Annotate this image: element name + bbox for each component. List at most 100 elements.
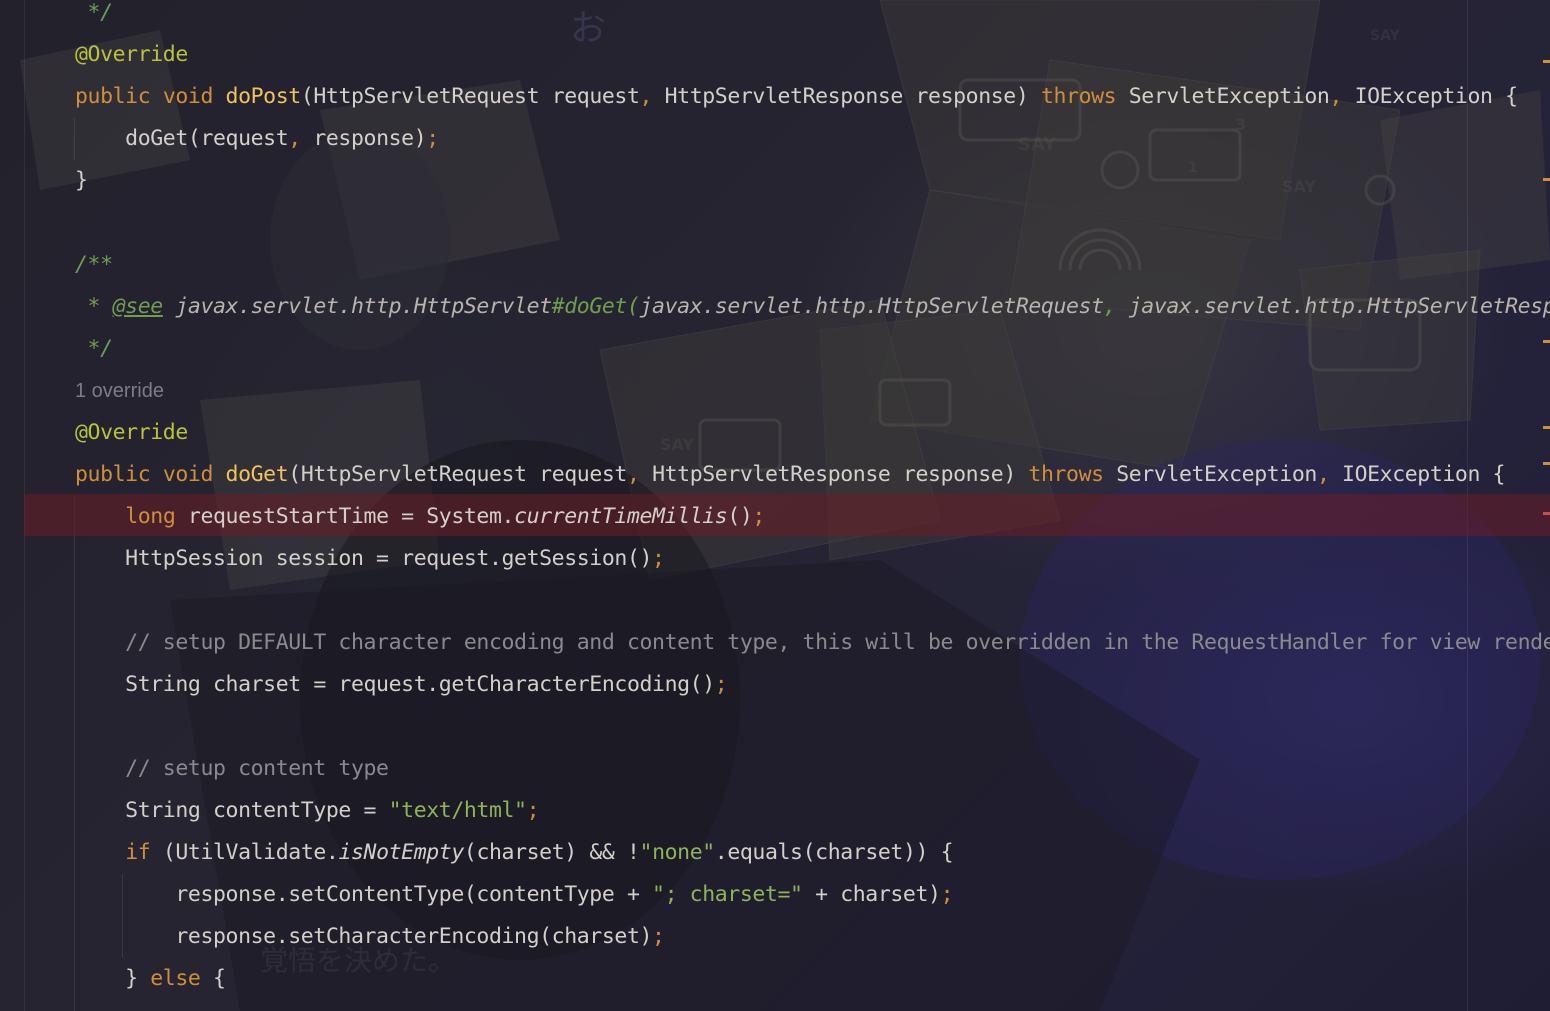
code-token: String charset = request.getCharacterEnc…: [75, 672, 715, 697]
code-token: #doGet(: [551, 294, 640, 319]
code-token: ,: [1103, 294, 1129, 319]
scrollbar-marker[interactable]: [1543, 426, 1550, 429]
code-line[interactable]: */: [75, 328, 114, 370]
code-token: ;: [426, 126, 439, 151]
code-token: ;: [652, 546, 665, 571]
code-token: */: [75, 336, 114, 361]
code-token: throws: [1028, 462, 1117, 487]
code-editor[interactable]: SAY SAY SAY SAY 3 1 覚悟を決めた。 お 1 override…: [0, 0, 1550, 1011]
code-token: @Override: [75, 420, 188, 445]
code-token: "none": [639, 840, 716, 865]
code-token: (): [727, 504, 753, 529]
code-token: ServletException: [1128, 84, 1330, 109]
code-token: /**: [75, 252, 113, 277]
code-line[interactable]: HttpSession session = request.getSession…: [75, 538, 665, 580]
code-token: IOException {: [1354, 84, 1518, 109]
code-token: }: [75, 966, 151, 991]
code-line[interactable]: // setup content type: [75, 748, 389, 790]
code-token: ,: [288, 126, 314, 151]
code-line[interactable]: // setup DEFAULT character encoding and …: [75, 622, 1550, 664]
code-token: if: [125, 840, 163, 865]
code-line[interactable]: public void doGet(HttpServletRequest req…: [75, 454, 1506, 496]
code-line[interactable]: @Override: [75, 34, 188, 76]
code-token: // setup content type: [75, 756, 389, 781]
code-token: ,: [1316, 462, 1343, 487]
code-line[interactable]: response.setCharacterEncoding(charset);: [75, 916, 665, 958]
code-token: (HttpServletRequest request: [300, 84, 640, 109]
code-token: ,: [1329, 84, 1355, 109]
code-line[interactable]: public void doPost(HttpServletRequest re…: [75, 76, 1518, 118]
code-token: */: [75, 0, 114, 25]
code-token: ,: [639, 84, 665, 109]
number-text-2: 1: [1188, 160, 1198, 176]
code-token: {: [213, 966, 226, 991]
japanese-glyph: お: [570, 8, 606, 49]
code-token: ,: [626, 462, 653, 487]
code-token: doGet(request: [75, 126, 289, 151]
scrollbar-error-marker[interactable]: [1543, 512, 1550, 515]
code-line[interactable]: * @see javax.servlet.http.HttpServlet#do…: [75, 286, 1550, 328]
code-token: javax.servlet.http.HttpServletRequest: [639, 294, 1105, 319]
code-token: String contentType =: [75, 798, 389, 823]
code-token: HttpServletResponse response): [664, 84, 1041, 109]
code-line[interactable]: @Override: [75, 412, 188, 454]
code-line-error[interactable]: long requestStartTime = System.currentTi…: [75, 496, 765, 538]
code-token: public: [75, 462, 163, 487]
code-token: + charset): [802, 882, 941, 907]
code-line[interactable]: } else {: [75, 958, 226, 1000]
code-token: @Override: [75, 42, 188, 67]
code-token: public: [75, 84, 163, 109]
code-token: "; charset=": [652, 882, 803, 907]
code-token: ;: [940, 882, 954, 907]
code-line[interactable]: }: [75, 160, 88, 202]
code-token: javax.servlet.http.HttpServletResponse: [1128, 294, 1550, 319]
code-token: (UtilValidate.: [162, 840, 339, 865]
code-line[interactable]: doGet(request, response);: [75, 118, 439, 160]
code-token: ;: [526, 798, 540, 823]
code-token: IOException {: [1342, 462, 1506, 487]
scrollbar-marker[interactable]: [1543, 462, 1550, 465]
code-token: response.setContentType(contentType +: [75, 882, 653, 907]
code-token: response.setCharacterEncoding(charset): [75, 924, 653, 949]
say-text-1: SAY: [1018, 134, 1057, 155]
inlay-hint-overrides[interactable]: 1 override: [75, 370, 164, 412]
code-token: ;: [652, 924, 665, 949]
scrollbar-marker[interactable]: [1543, 178, 1550, 181]
code-line[interactable]: */: [75, 0, 114, 34]
code-line[interactable]: response.setContentType(contentType + ";…: [75, 874, 953, 916]
code-line[interactable]: String contentType = "text/html";: [75, 790, 539, 832]
code-token: ;: [714, 672, 728, 697]
code-token: HttpSession session = request.getSession…: [75, 546, 653, 571]
say-text-4: SAY: [1370, 28, 1401, 44]
code-token: requestStartTime = System.: [187, 504, 515, 529]
code-token: void: [162, 84, 226, 109]
code-token: ;: [752, 504, 765, 529]
code-token: (HttpServletRequest request: [288, 462, 627, 487]
code-token: HttpServletResponse response): [652, 462, 1029, 487]
code-line[interactable]: if (UtilValidate.isNotEmpty(charset) && …: [75, 832, 953, 874]
code-token: @see: [112, 294, 164, 319]
scrollbar-marker[interactable]: [1543, 60, 1550, 63]
code-token: javax.servlet.http.HttpServlet: [162, 294, 552, 319]
code-token: void: [162, 462, 226, 487]
code-line[interactable]: /**: [75, 244, 113, 286]
code-token: throws: [1040, 84, 1129, 109]
code-line[interactable]: String charset = request.getCharacterEnc…: [75, 664, 728, 706]
code-token: .equals(charset)) {: [714, 840, 954, 865]
code-token: }: [75, 168, 88, 193]
code-token: // setup DEFAULT character encoding and …: [75, 630, 1550, 655]
code-token: "text/html": [388, 798, 527, 823]
code-token: currentTimeMillis: [514, 504, 728, 529]
code-token: doGet: [225, 462, 289, 487]
code-token: else: [150, 966, 213, 991]
code-token: (charset) && !: [463, 840, 640, 865]
code-token: ServletException: [1116, 462, 1317, 487]
code-token: *: [75, 294, 113, 319]
say-text-3: SAY: [660, 435, 694, 454]
scrollbar-marker[interactable]: [1543, 340, 1550, 343]
say-text-2: SAY: [1282, 177, 1316, 196]
code-token: isNotEmpty: [338, 840, 464, 865]
code-token: response): [313, 126, 427, 151]
